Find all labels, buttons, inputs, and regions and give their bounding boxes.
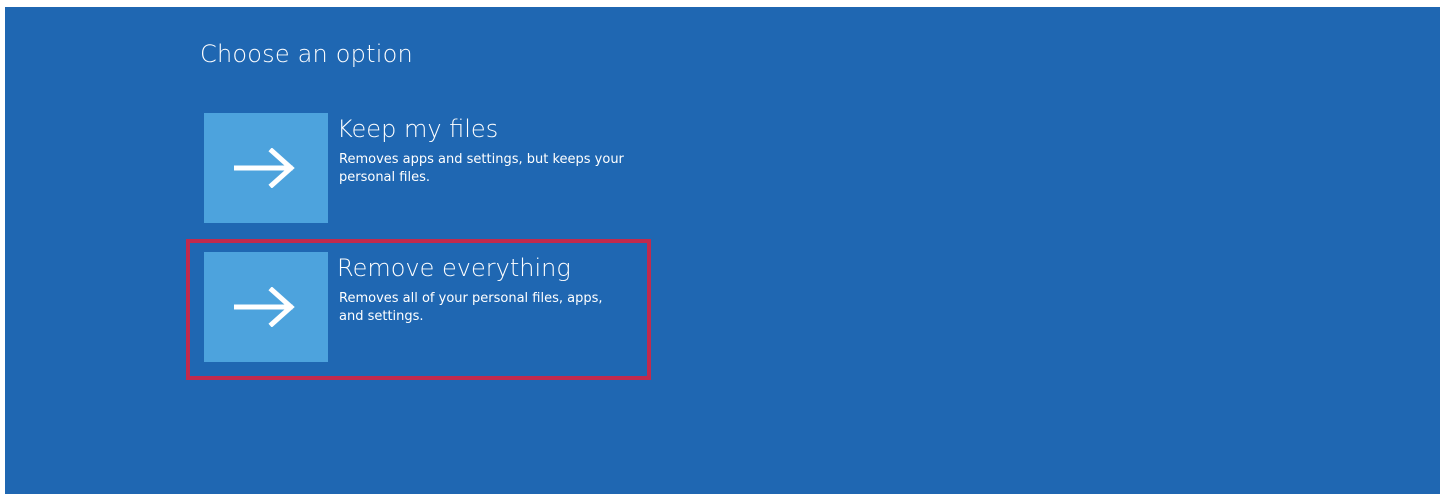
option-tile[interactable] — [204, 113, 328, 223]
option-heading: Keep my files — [337, 115, 499, 143]
remove-everything-option[interactable]: Remove everything Removes all of your pe… — [204, 252, 624, 362]
keep-my-files-option[interactable]: Keep my files Removes apps and settings,… — [204, 113, 624, 223]
option-description: Removes apps and settings, but keeps you… — [339, 152, 624, 185]
option-heading: Remove everything — [337, 254, 571, 282]
page-title: Choose an option — [200, 40, 413, 68]
option-tile[interactable] — [204, 252, 328, 362]
option-description: Removes all of your personal files, apps… — [339, 291, 603, 324]
arrow-right-icon — [234, 148, 295, 188]
reset-options-screen: Choose an option Keep my files Removes a… — [5, 7, 1440, 494]
arrow-right-icon — [234, 287, 295, 327]
